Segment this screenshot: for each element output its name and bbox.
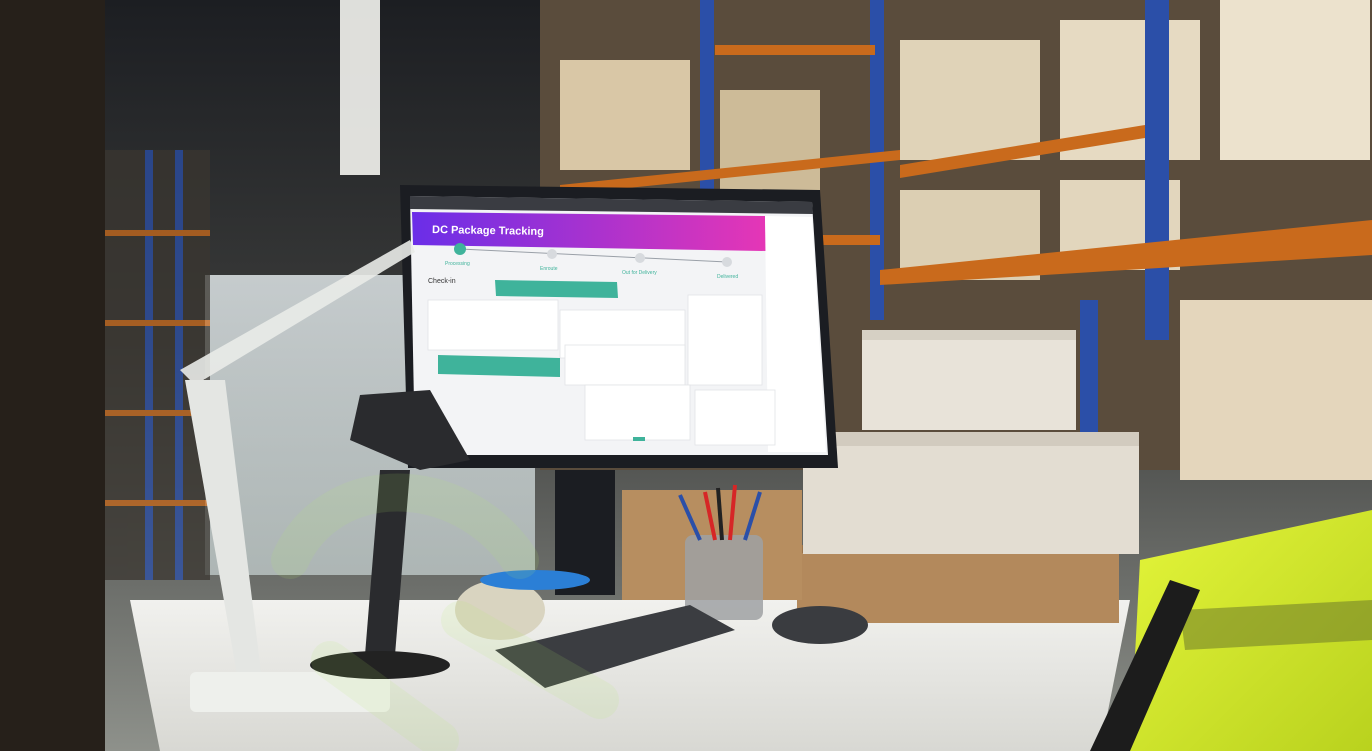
monitor: DC Package Tracking Processing Enroute O… bbox=[400, 185, 838, 468]
step-processing-icon bbox=[454, 243, 466, 255]
scene-svg: DC Package Tracking Processing Enroute O… bbox=[0, 0, 1372, 751]
app-title: DC Package Tracking bbox=[432, 224, 544, 238]
ceiling-light bbox=[340, 0, 380, 175]
section-title: Check-in bbox=[428, 278, 456, 285]
step-3-label: Out for Delivery bbox=[622, 270, 657, 276]
mouse bbox=[772, 606, 868, 644]
step-1-label: Processing bbox=[445, 261, 470, 267]
left-column bbox=[0, 0, 105, 751]
warehouse-scene: DC Package Tracking Processing Enroute O… bbox=[0, 0, 1372, 751]
step-2-label: Enroute bbox=[540, 266, 558, 272]
step-4-label: Delivered bbox=[717, 274, 738, 280]
